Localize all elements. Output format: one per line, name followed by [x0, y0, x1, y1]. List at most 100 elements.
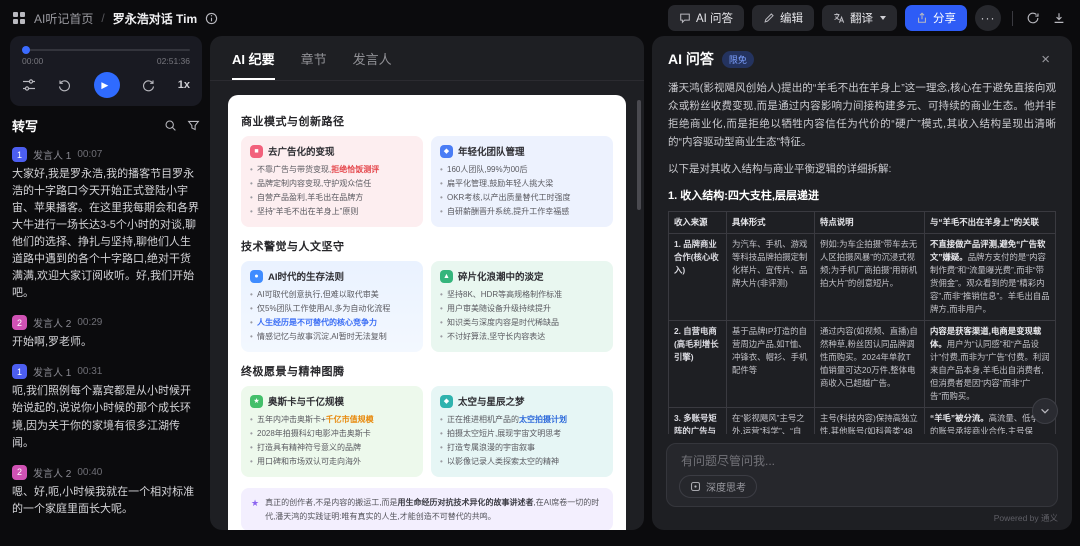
timestamp[interactable]: 00:40: [77, 467, 102, 478]
translate-icon: [833, 12, 845, 24]
rewind-15-icon[interactable]: [57, 78, 72, 93]
summary-point: 仅5%团队工作使用AI,多为自动化流程: [250, 302, 414, 316]
summary-card-space: ◆太空与星辰之梦 正在推进相机产品的太空拍摄计划 拍摄太空短片,展现宇宙文明思考…: [431, 386, 613, 477]
summary-point: 2028年拍摄科幻电影冲击奥斯卡: [250, 427, 414, 441]
summary-point: 自营产品盈利,羊毛出在品牌方: [250, 191, 414, 205]
ai-qa-button[interactable]: AI 问答: [668, 5, 744, 31]
income-structure-table: 收入来源 具体形式 特点说明 与“羊毛不出在羊身上”的关联 1. 品牌商业合作(…: [668, 211, 1056, 434]
summary-point: 用口碑和市场双认可走向海外: [250, 455, 414, 469]
summary-point: 自研薪酬晋升系统,提升工作幸福感: [440, 205, 604, 219]
cell-detail: 例如:为车企拍摄“带车去无人区拍摄风暴”的沉浸式视频;为手机厂商拍摄“用新机拍大…: [815, 234, 925, 321]
ai-qa-label: AI 问答: [696, 10, 733, 26]
share-button[interactable]: 分享: [905, 5, 967, 31]
transcript-item[interactable]: 1 发言人 1 00:31 呃,我们照例每个嘉宾都是从小时候开始说起的,说说你小…: [12, 364, 200, 451]
deep-think-toggle[interactable]: 深度思考: [679, 475, 757, 498]
summary-point: 以影像记录人类探索太空的精神: [440, 455, 604, 469]
transcript-text: 大家好,我是罗永浩,我的播客节目罗永浩的十字路口今天开始正式登陆小宇宙、苹果播客…: [12, 166, 200, 302]
progress-handle[interactable]: [22, 46, 30, 54]
time-row: 00:00 02:51:36: [22, 56, 190, 66]
speaker-badge: 2: [12, 465, 27, 480]
deep-think-label: 深度思考: [706, 479, 746, 494]
question-input[interactable]: [679, 453, 1045, 469]
summary-point: 扁平化管理,鼓励年轻人挑大梁: [440, 177, 604, 191]
progress-bar[interactable]: [22, 46, 190, 54]
cell-source: 3. 多账号矩阵的广告与流量分发: [669, 408, 727, 434]
playback-speed[interactable]: 1x: [178, 79, 190, 91]
table-row: 3. 多账号矩阵的广告与流量分发 在“影视飓风”主号之外,运营“科学”、“自然”…: [669, 408, 1056, 434]
info-icon[interactable]: [205, 12, 218, 25]
card-icon: ▲: [440, 270, 453, 283]
timestamp[interactable]: 00:29: [77, 317, 102, 328]
tab-ai-summary[interactable]: AI 纪要: [232, 49, 275, 80]
cell-form: 为汽车、手机、游戏等科技品牌拍摄定制化样片、宣传片、品牌大片(非评测): [727, 234, 815, 321]
tab-speakers[interactable]: 发言人: [353, 49, 392, 80]
transcript-text: 呃,我们照例每个嘉宾都是从小时候开始说起的,说说你小时候的那个成长环境,因为关于…: [12, 383, 200, 451]
deep-think-icon: [690, 481, 701, 492]
summary-point: 品牌定制内容变现,守护观众信任: [250, 177, 414, 191]
translate-button[interactable]: 翻译: [822, 5, 897, 31]
timestamp[interactable]: 00:07: [77, 149, 102, 160]
sliders-icon[interactable]: [22, 78, 36, 92]
tab-chapters[interactable]: 章节: [301, 49, 327, 80]
scrollbar-thumb[interactable]: [637, 100, 641, 210]
transcript-tools: [164, 119, 200, 132]
card-icon: ■: [250, 145, 263, 158]
qa-answer-area[interactable]: 潘天鸿(影视飓风创始人)提出的“羊毛不出在羊身上”这一理念,核心在于避免直接向观…: [652, 77, 1072, 434]
more-button[interactable]: ···: [975, 5, 1001, 31]
summary-point: 不讨好算法,坚守长内容表达: [440, 330, 604, 344]
powered-by: Powered by 通义: [666, 512, 1058, 524]
play-button[interactable]: ▶: [94, 72, 120, 98]
summary-point: AI可取代创意执行,但难以取代审美: [250, 288, 414, 302]
document-scroll-area[interactable]: 商业模式与创新路径 ■去广告化的变现 不靠广告与带货变现,拒绝恰饭测评 品牌定制…: [210, 81, 644, 530]
card-title: AI时代的生存法则: [268, 269, 344, 283]
speaker-label: 发言人 2: [33, 465, 71, 480]
cell-link: 不直接做产品评测,避免“广告软文”嫌疑。品牌方支付的是“内容制作费”和“流量曝光…: [925, 234, 1056, 321]
summary-poster-card: 商业模式与创新路径 ■去广告化的变现 不靠广告与带货变现,拒绝恰饭测评 品牌定制…: [228, 95, 626, 530]
column-header: 与“羊毛不出在羊身上”的关联: [925, 212, 1056, 234]
transcript-item[interactable]: 2 发言人 2 00:29 开始啊,罗老师。: [12, 315, 200, 351]
transcript-item[interactable]: 2 发言人 2 00:40 嗯、好,呃,小时候我就在一个相对标准的一个家庭里面长…: [12, 465, 200, 518]
timestamp[interactable]: 00:31: [77, 366, 102, 377]
breadcrumb-separator: /: [101, 11, 104, 25]
speaker-badge: 1: [12, 364, 27, 379]
card-icon: ◆: [440, 395, 453, 408]
translate-label: 翻译: [850, 10, 873, 26]
transcript-header: 转写: [10, 116, 202, 135]
card-title: 去广告化的变现: [268, 144, 335, 158]
divider: [1012, 11, 1013, 26]
close-icon[interactable]: ×: [1035, 51, 1056, 68]
card-title: 年轻化团队管理: [458, 144, 525, 158]
summary-point: 坚持8K、HDR等高规格制作标准: [440, 288, 604, 302]
summary-point: 拍摄太空短片,展现宇宙文明思考: [440, 427, 604, 441]
apps-grid-icon[interactable]: [12, 11, 26, 25]
filter-icon[interactable]: [187, 119, 200, 132]
cell-form: 基于品牌IP打造的自营周边产品,如T恤、冲锋衣、帽衫、手机配件等: [727, 321, 815, 408]
share-icon: [916, 12, 928, 24]
summary-point: 打造专属浪漫的宇宙叙事: [440, 441, 604, 455]
search-icon[interactable]: [164, 119, 177, 132]
qa-footer: 深度思考 Powered by 通义: [652, 434, 1072, 530]
breadcrumb-home[interactable]: AI听记首页: [34, 10, 93, 27]
refresh-button[interactable]: [1024, 9, 1042, 27]
column-header: 收入来源: [669, 212, 727, 234]
transcript-item[interactable]: 1 发言人 1 00:07 大家好,我是罗永浩,我的播客节目罗永浩的十字路口今天…: [12, 147, 200, 302]
column-header: 具体形式: [727, 212, 815, 234]
qa-section-heading: 1. 收入结构:四大支柱,层层递进: [668, 187, 1056, 203]
question-input-box[interactable]: 深度思考: [666, 443, 1058, 507]
edit-button[interactable]: 编辑: [752, 5, 814, 31]
left-sidebar: 00:00 02:51:36 ▶ 1x: [10, 36, 202, 530]
download-button[interactable]: [1050, 9, 1068, 27]
summary-panel: AI 纪要 章节 发言人 商业模式与创新路径 ■去广告化的变现 不靠广告与带货变…: [210, 36, 644, 530]
section-title: 商业模式与创新路径: [241, 113, 613, 129]
pencil-icon: [763, 12, 775, 24]
speaker-badge: 2: [12, 315, 27, 330]
summary-point: 用户审美随设备升级持续提升: [440, 302, 604, 316]
card-title: 奥斯卡与千亿规模: [268, 394, 344, 408]
player-controls: ▶ 1x: [22, 72, 190, 98]
scroll-to-bottom-button[interactable]: [1032, 398, 1058, 424]
note-text: 真正的创作者,不是内容的搬运工,而是用生命经历对抗技术异化的故事讲述者,在AI席…: [265, 496, 603, 523]
forward-15-icon[interactable]: [141, 78, 156, 93]
free-badge: 限免: [722, 51, 754, 68]
total-duration: 02:51:36: [157, 56, 190, 66]
table-row: 1. 品牌商业合作(核心收入) 为汽车、手机、游戏等科技品牌拍摄定制化样片、宣传…: [669, 234, 1056, 321]
